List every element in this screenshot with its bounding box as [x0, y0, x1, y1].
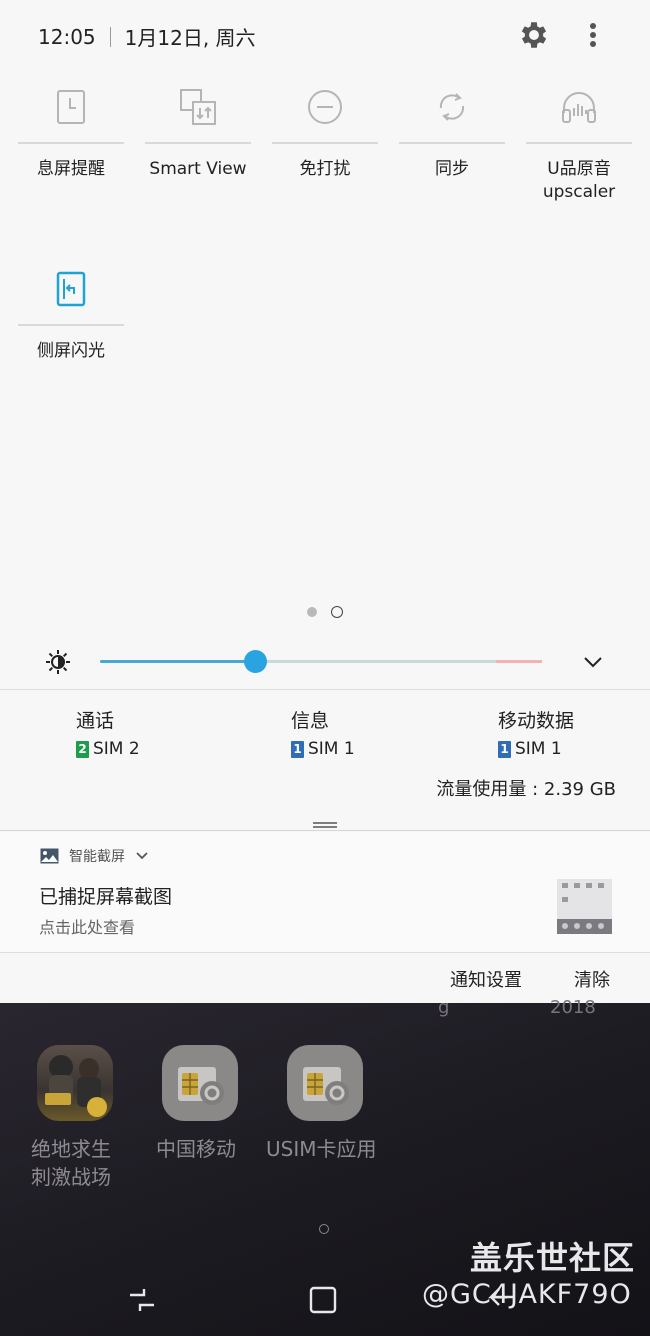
tile-sync[interactable]: 同步	[399, 72, 505, 181]
sim-mobile-data[interactable]: 移动数据 1 SIM 1	[498, 706, 574, 759]
app-label: 绝地求生 刺激战场	[31, 1137, 111, 1189]
background-text-fragment: g	[438, 997, 450, 1018]
page-dot-1[interactable]	[307, 607, 317, 617]
watermark-handle: @GC4JAKF79O	[422, 1279, 632, 1310]
sim-mobile-data-value: 1 SIM 1	[498, 739, 574, 759]
divider	[0, 689, 650, 690]
tile-uhq-upscaler[interactable]: U品原音 upscaler	[526, 72, 632, 204]
data-usage-label: 流量使用量 : 2.39 GB	[436, 779, 616, 800]
panel-drag-handle-icon[interactable]	[312, 814, 338, 828]
brightness-icon	[45, 649, 71, 675]
sim-calls-title: 通话	[76, 710, 115, 732]
tile-divider	[18, 142, 124, 144]
app-usim[interactable]	[286, 1045, 364, 1121]
sim-mobile-data-title: 移动数据	[498, 710, 575, 732]
tile-label: 息屏提醒	[37, 159, 105, 179]
notification-header[interactable]: 智能截屏	[40, 846, 149, 866]
home-screen-background: g 2018 绝地求生 刺激战场 中国移动 USIM卡应用 盖乐世社区 @GC4…	[0, 997, 650, 1336]
gallery-image-icon	[40, 848, 59, 864]
brightness-fill	[100, 660, 255, 663]
uhq-upscaler-icon	[526, 72, 632, 142]
tile-divider	[272, 142, 378, 144]
clear-all-button[interactable]: 清除	[574, 966, 610, 992]
clock: 12:05	[38, 24, 96, 49]
tile-smart-view[interactable]: Smart View	[145, 72, 251, 181]
back-button-icon[interactable]	[486, 1285, 516, 1315]
more-options-icon[interactable]	[582, 18, 604, 52]
tile-label: 免打扰	[299, 159, 351, 179]
sim-2-badge: 2	[76, 740, 89, 758]
brightness-slider[interactable]	[100, 650, 542, 673]
app-label: 中国移动	[156, 1137, 236, 1161]
tile-divider	[145, 142, 251, 144]
notification-title: 已捕捉屏幕截图	[39, 886, 173, 908]
background-text-fragment: 2018	[550, 997, 596, 1018]
tile-aod[interactable]: 息屏提醒	[18, 72, 124, 181]
do-not-disturb-icon	[272, 72, 378, 142]
date-label: 1月12日, 周六	[124, 26, 256, 50]
tile-label: 侧屏闪光	[37, 341, 105, 361]
app-china-mobile[interactable]	[161, 1045, 239, 1121]
settings-gear-icon[interactable]	[517, 18, 551, 52]
tile-label: 同步	[435, 159, 469, 179]
sim-card-icon	[287, 1045, 363, 1121]
tile-edge-lighting[interactable]: 侧屏闪光	[18, 254, 124, 363]
sync-icon	[399, 72, 505, 142]
edge-lighting-icon	[18, 254, 124, 324]
app-pubg[interactable]	[36, 1045, 114, 1121]
tile-divider	[526, 142, 632, 144]
notification-actions-bar: 通知设置 清除	[0, 953, 650, 1003]
smart-view-icon	[145, 72, 251, 142]
tile-divider	[18, 324, 124, 326]
screenshot-thumbnail[interactable]	[557, 879, 612, 934]
pubg-icon	[37, 1045, 113, 1121]
notification-settings-button[interactable]: 通知设置	[450, 966, 522, 992]
tile-do-not-disturb[interactable]: 免打扰	[272, 72, 378, 181]
aod-icon	[18, 72, 124, 142]
page-indicator	[307, 606, 343, 618]
sim-card-icon	[162, 1045, 238, 1121]
screenshot-notification[interactable]: 智能截屏 已捕捉屏幕截图 点击此处查看	[0, 832, 650, 952]
sim-label: SIM 1	[515, 739, 562, 759]
notification-panel: 12:05 1月12日, 周六 息屏提醒 Smart View 免打扰 同步 U…	[0, 0, 650, 1003]
tile-divider	[399, 142, 505, 144]
sim-1-badge: 1	[498, 740, 511, 758]
sim-label: SIM 2	[93, 739, 140, 759]
status-bar: 12:05 1月12日, 周六	[38, 22, 256, 51]
sim-calls-value: 2 SIM 2	[76, 739, 140, 759]
recent-apps-icon[interactable]	[127, 1285, 157, 1315]
watermark-title: 盖乐世社区	[470, 1239, 636, 1277]
sim-messages-title: 信息	[291, 710, 330, 732]
expand-chevron-down-icon[interactable]	[580, 651, 606, 673]
sim-1-badge: 1	[291, 740, 304, 758]
sim-messages-value: 1 SIM 1	[291, 739, 355, 759]
chevron-down-icon[interactable]	[135, 851, 149, 861]
divider	[0, 830, 650, 831]
tile-label: Smart View	[149, 159, 247, 179]
notification-subtitle: 点击此处查看	[39, 918, 136, 937]
brightness-overheat-zone	[496, 660, 542, 663]
app-label: USIM卡应用	[266, 1137, 377, 1161]
status-separator	[109, 26, 111, 47]
tile-label: U品原音 upscaler	[542, 159, 616, 202]
sim-calls[interactable]: 通话 2 SIM 2	[76, 706, 140, 759]
home-button-icon[interactable]	[308, 1285, 338, 1315]
home-page-indicator	[319, 1224, 329, 1234]
page-dot-2[interactable]	[331, 606, 343, 618]
sim-label: SIM 1	[308, 739, 355, 759]
sim-messages[interactable]: 信息 1 SIM 1	[291, 706, 355, 759]
brightness-thumb[interactable]	[243, 650, 267, 673]
notification-app-name: 智能截屏	[69, 849, 125, 865]
